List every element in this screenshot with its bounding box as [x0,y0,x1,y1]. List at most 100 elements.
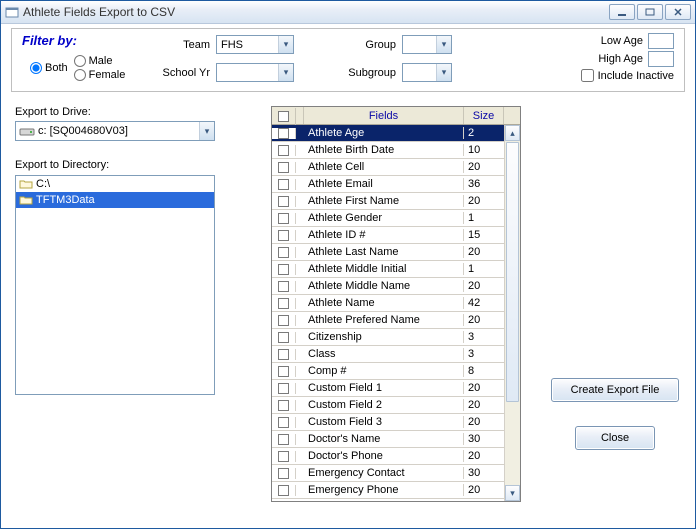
row-size: 20 [464,484,504,496]
vertical-scrollbar[interactable]: ▴ ▾ [504,125,520,501]
folder-open-icon [19,194,33,206]
radio-both[interactable]: Both [30,62,68,74]
table-row[interactable]: Doctor's Phone20 [272,448,504,465]
row-size: 8 [464,365,504,377]
include-inactive-checkbox[interactable]: Include Inactive [581,69,674,82]
highage-input[interactable] [648,51,674,67]
directory-list[interactable]: C:\ TFTM3Data [15,175,215,395]
row-checkbox[interactable] [272,417,296,428]
chevron-down-icon: ▾ [278,64,293,81]
table-row[interactable]: Comp #8 [272,363,504,380]
table-row[interactable]: Emergency Phone20 [272,482,504,499]
export-dir-label: Export to Directory: [15,159,231,171]
table-row[interactable]: Class3 [272,346,504,363]
table-row[interactable]: Athlete Birth Date10 [272,142,504,159]
minimize-button[interactable] [609,4,635,20]
row-checkbox[interactable] [272,400,296,411]
table-row[interactable]: Doctor's Name30 [272,431,504,448]
row-checkbox[interactable] [272,349,296,360]
dir-item-root[interactable]: C:\ [16,176,214,192]
row-field: Athlete Gender [304,212,464,224]
lowage-input[interactable] [648,33,674,49]
row-checkbox[interactable] [272,145,296,156]
highage-label: High Age [598,53,643,65]
row-checkbox[interactable] [272,213,296,224]
table-row[interactable]: Athlete Middle Name20 [272,278,504,295]
row-field: Class [304,348,464,360]
dir-item-selected[interactable]: TFTM3Data [16,192,214,208]
row-checkbox[interactable] [272,468,296,479]
window-title: Athlete Fields Export to CSV [23,5,609,19]
chevron-down-icon: ▾ [436,64,451,81]
table-row[interactable]: Custom Field 120 [272,380,504,397]
row-checkbox[interactable] [272,264,296,275]
table-row[interactable]: Athlete Last Name20 [272,244,504,261]
table-row[interactable]: Athlete Age2 [272,125,504,142]
row-field: Athlete Last Name [304,246,464,258]
fields-table: Fields Size Athlete Age2Athlete Birth Da… [271,106,521,502]
row-checkbox[interactable] [272,281,296,292]
table-row[interactable]: Emergency Contact30 [272,465,504,482]
table-row[interactable]: Athlete Gender1 [272,210,504,227]
table-row[interactable]: Athlete Prefered Name20 [272,312,504,329]
group-label: Group [356,39,396,51]
radio-female[interactable]: Female [74,69,126,81]
table-row[interactable]: Athlete Name42 [272,295,504,312]
row-size: 20 [464,280,504,292]
maximize-button[interactable] [637,4,663,20]
row-size: 30 [464,433,504,445]
close-dialog-button[interactable]: Close [575,426,655,450]
row-field: Athlete Cell [304,161,464,173]
table-row[interactable]: Citizenship3 [272,329,504,346]
drive-select[interactable]: c: [SQ004680V03] ▾ [15,121,215,141]
row-checkbox[interactable] [272,196,296,207]
header-size[interactable]: Size [464,107,504,124]
header-checkbox-col[interactable] [272,108,296,125]
table-row[interactable]: Athlete Cell20 [272,159,504,176]
row-checkbox[interactable] [272,485,296,496]
chevron-down-icon: ▾ [199,122,214,140]
table-row[interactable]: Custom Field 320 [272,414,504,431]
radio-male[interactable]: Male [74,55,126,67]
row-field: Emergency Phone [304,484,464,496]
row-checkbox[interactable] [272,451,296,462]
table-row[interactable]: Custom Field 220 [272,397,504,414]
table-row[interactable]: Athlete Middle Initial1 [272,261,504,278]
row-checkbox[interactable] [272,315,296,326]
team-select[interactable]: FHS▾ [216,35,294,54]
group-select[interactable]: ▾ [402,35,452,54]
row-checkbox[interactable] [272,298,296,309]
row-checkbox[interactable] [272,230,296,241]
close-button[interactable] [665,4,691,20]
scroll-up-icon[interactable]: ▴ [505,125,520,141]
header-fields[interactable]: Fields [304,107,464,124]
row-checkbox[interactable] [272,179,296,190]
filter-panel: Filter by: Both Male Female Team FHS▾ Gr… [11,28,685,92]
subgroup-label: Subgroup [334,67,396,79]
row-field: Doctor's Phone [304,450,464,462]
scroll-thumb[interactable] [506,142,519,402]
row-checkbox[interactable] [272,383,296,394]
row-checkbox[interactable] [272,247,296,258]
table-row[interactable]: Athlete Email36 [272,176,504,193]
schoolyr-select[interactable]: ▾ [216,63,294,82]
row-field: Athlete ID # [304,229,464,241]
create-export-button[interactable]: Create Export File [551,378,679,402]
team-label: Team [170,39,210,51]
row-checkbox[interactable] [272,366,296,377]
filter-by-label: Filter by: [22,33,77,48]
scroll-down-icon[interactable]: ▾ [505,485,520,501]
row-size: 20 [464,450,504,462]
row-size: 3 [464,348,504,360]
subgroup-select[interactable]: ▾ [402,63,452,82]
row-checkbox[interactable] [272,332,296,343]
row-checkbox[interactable] [272,128,296,139]
table-row[interactable]: Group3 [272,499,504,501]
row-checkbox[interactable] [272,434,296,445]
row-checkbox[interactable] [272,162,296,173]
table-row[interactable]: Athlete ID #15 [272,227,504,244]
row-field: Custom Field 1 [304,382,464,394]
schoolyr-label: School Yr [152,67,210,79]
table-row[interactable]: Athlete First Name20 [272,193,504,210]
row-field: Athlete Middle Name [304,280,464,292]
